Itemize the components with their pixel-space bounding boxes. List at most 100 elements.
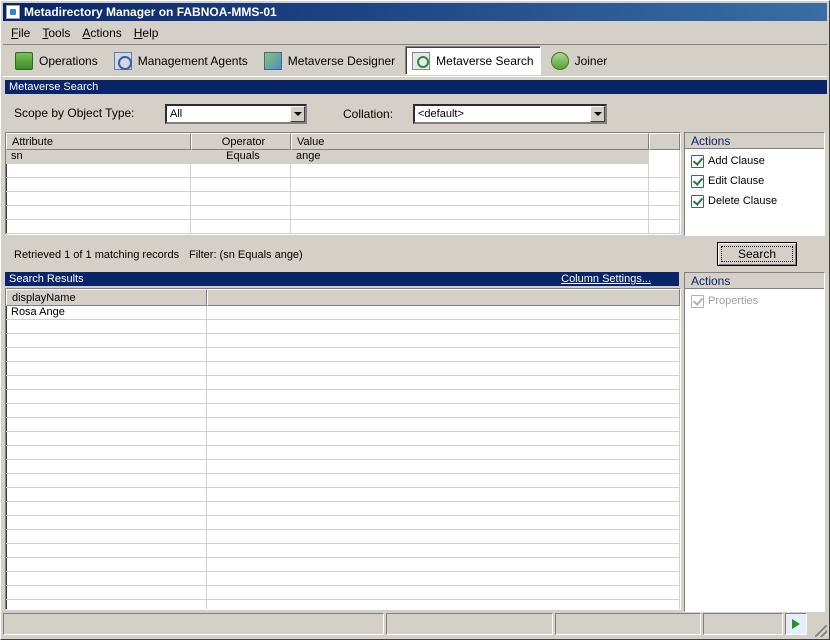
clause-table: Attribute Operator Value sn Equals ange — [5, 132, 681, 235]
table-row — [6, 446, 680, 460]
window-title: Metadirectory Manager on FABNOA-MMS-01 — [24, 5, 277, 19]
table-row — [6, 192, 680, 206]
displayname-cell: Rosa Ange — [6, 306, 208, 320]
menu-help[interactable]: Help — [132, 25, 161, 41]
column-header-blank — [649, 133, 680, 150]
management-agents-label: Management Agents — [137, 53, 248, 68]
metaverse-designer-icon — [263, 51, 282, 70]
menu-file[interactable]: File — [9, 25, 32, 41]
table-row — [6, 572, 680, 586]
title-bar[interactable]: Metadirectory Manager on FABNOA-MMS-01 — [3, 3, 827, 21]
table-row — [6, 178, 680, 192]
table-row — [6, 558, 680, 572]
operations-label: Operations — [39, 53, 98, 68]
table-row — [6, 600, 680, 609]
retrieved-count-text: Retrieved 1 of 1 matching records — [14, 249, 180, 261]
chevron-down-icon[interactable] — [290, 106, 305, 122]
column-header-operator[interactable]: Operator — [191, 133, 291, 150]
metaverse-search-button[interactable]: Metaverse Search — [405, 46, 541, 75]
table-row — [6, 348, 680, 362]
collation-select[interactable]: <default> — [413, 104, 607, 124]
column-header-attribute[interactable]: Attribute — [6, 133, 191, 150]
column-settings-link[interactable]: Column Settings... — [561, 272, 651, 286]
properties-link[interactable]: Properties — [685, 291, 824, 311]
table-row — [6, 530, 680, 544]
resize-grip[interactable] — [815, 625, 827, 637]
checklist-icon — [691, 154, 704, 168]
checklist-icon — [691, 194, 704, 208]
clause-actions-header: Actions — [685, 133, 824, 149]
scope-select[interactable]: All — [165, 104, 307, 124]
clause-attribute-cell: sn — [6, 150, 191, 164]
status-pane — [3, 613, 384, 635]
add-clause-link[interactable]: Add Clause — [685, 151, 824, 171]
table-row — [6, 418, 680, 432]
table-row — [6, 390, 680, 404]
management-agents-icon — [113, 51, 132, 70]
clause-table-header: Attribute Operator Value — [6, 133, 680, 150]
filter-text: Filter: (sn Equals ange) — [189, 249, 303, 261]
chevron-down-icon[interactable] — [590, 106, 605, 122]
search-results-title: Search Results — [9, 273, 84, 285]
table-row[interactable]: Rosa Ange — [6, 306, 680, 320]
table-row — [6, 206, 680, 220]
status-bar — [3, 613, 827, 637]
table-row — [6, 516, 680, 530]
table-row — [6, 164, 680, 178]
table-row — [6, 544, 680, 558]
collation-value: <default> — [418, 108, 464, 120]
scope-value: All — [170, 108, 183, 120]
metaverse-search-icon — [412, 51, 431, 70]
result-actions-panel: Actions Properties — [684, 272, 825, 612]
operations-icon — [15, 51, 33, 70]
metaverse-designer-label: Metaverse Designer — [287, 53, 396, 68]
operations-button[interactable]: Operations — [9, 46, 104, 75]
status-pane — [386, 613, 553, 635]
app-icon — [6, 5, 20, 19]
menu-bar: File Tools Actions Help — [3, 23, 827, 43]
table-row — [6, 334, 680, 348]
delete-clause-link[interactable]: Delete Clause — [685, 191, 824, 211]
edit-clause-link[interactable]: Edit Clause — [685, 171, 824, 191]
joiner-label: Joiner — [574, 53, 608, 68]
table-row — [6, 474, 680, 488]
metaverse-search-header: Metaverse Search — [5, 80, 827, 94]
collation-label: Collation: — [343, 107, 394, 121]
table-row — [6, 362, 680, 376]
table-row — [6, 432, 680, 446]
scope-label: Scope by Object Type: — [14, 106, 135, 120]
management-agents-button[interactable]: Management Agents — [108, 46, 254, 75]
table-row — [6, 586, 680, 600]
clause-operator-cell: Equals — [191, 150, 291, 164]
result-actions-header: Actions — [685, 273, 824, 289]
column-header-value[interactable]: Value — [291, 133, 649, 150]
table-row — [6, 220, 680, 234]
metaverse-designer-button[interactable]: Metaverse Designer — [258, 46, 401, 75]
search-button[interactable]: Search — [717, 242, 797, 266]
table-row — [6, 376, 680, 390]
toolbar: Operations Management Agents Metaverse D… — [3, 44, 827, 77]
table-row — [6, 404, 680, 418]
checklist-icon — [691, 294, 704, 308]
checklist-icon — [691, 174, 704, 188]
table-row[interactable]: sn Equals ange — [6, 150, 680, 164]
column-header-displayname[interactable]: displayName — [6, 289, 208, 306]
metaverse-search-label: Metaverse Search — [436, 53, 534, 68]
menu-actions[interactable]: Actions — [80, 25, 123, 41]
joiner-button[interactable]: Joiner — [545, 46, 614, 75]
column-header-blank — [207, 289, 680, 306]
table-row — [6, 502, 680, 516]
table-row — [6, 320, 680, 334]
table-row — [6, 488, 680, 502]
clause-actions-panel: Actions Add Clause Edit Clause Delete Cl… — [684, 132, 825, 236]
play-icon[interactable] — [785, 613, 807, 635]
clause-value-cell: ange — [291, 150, 649, 164]
joiner-icon — [550, 51, 569, 70]
results-table-header: displayName — [6, 289, 680, 306]
results-table: displayName Rosa Ange — [5, 288, 681, 610]
status-pane — [555, 613, 701, 635]
main-window: Metadirectory Manager on FABNOA-MMS-01 F… — [0, 0, 830, 640]
status-pane — [703, 613, 783, 635]
search-results-header: Search Results Column Settings... — [5, 272, 679, 286]
menu-tools[interactable]: Tools — [40, 25, 72, 41]
